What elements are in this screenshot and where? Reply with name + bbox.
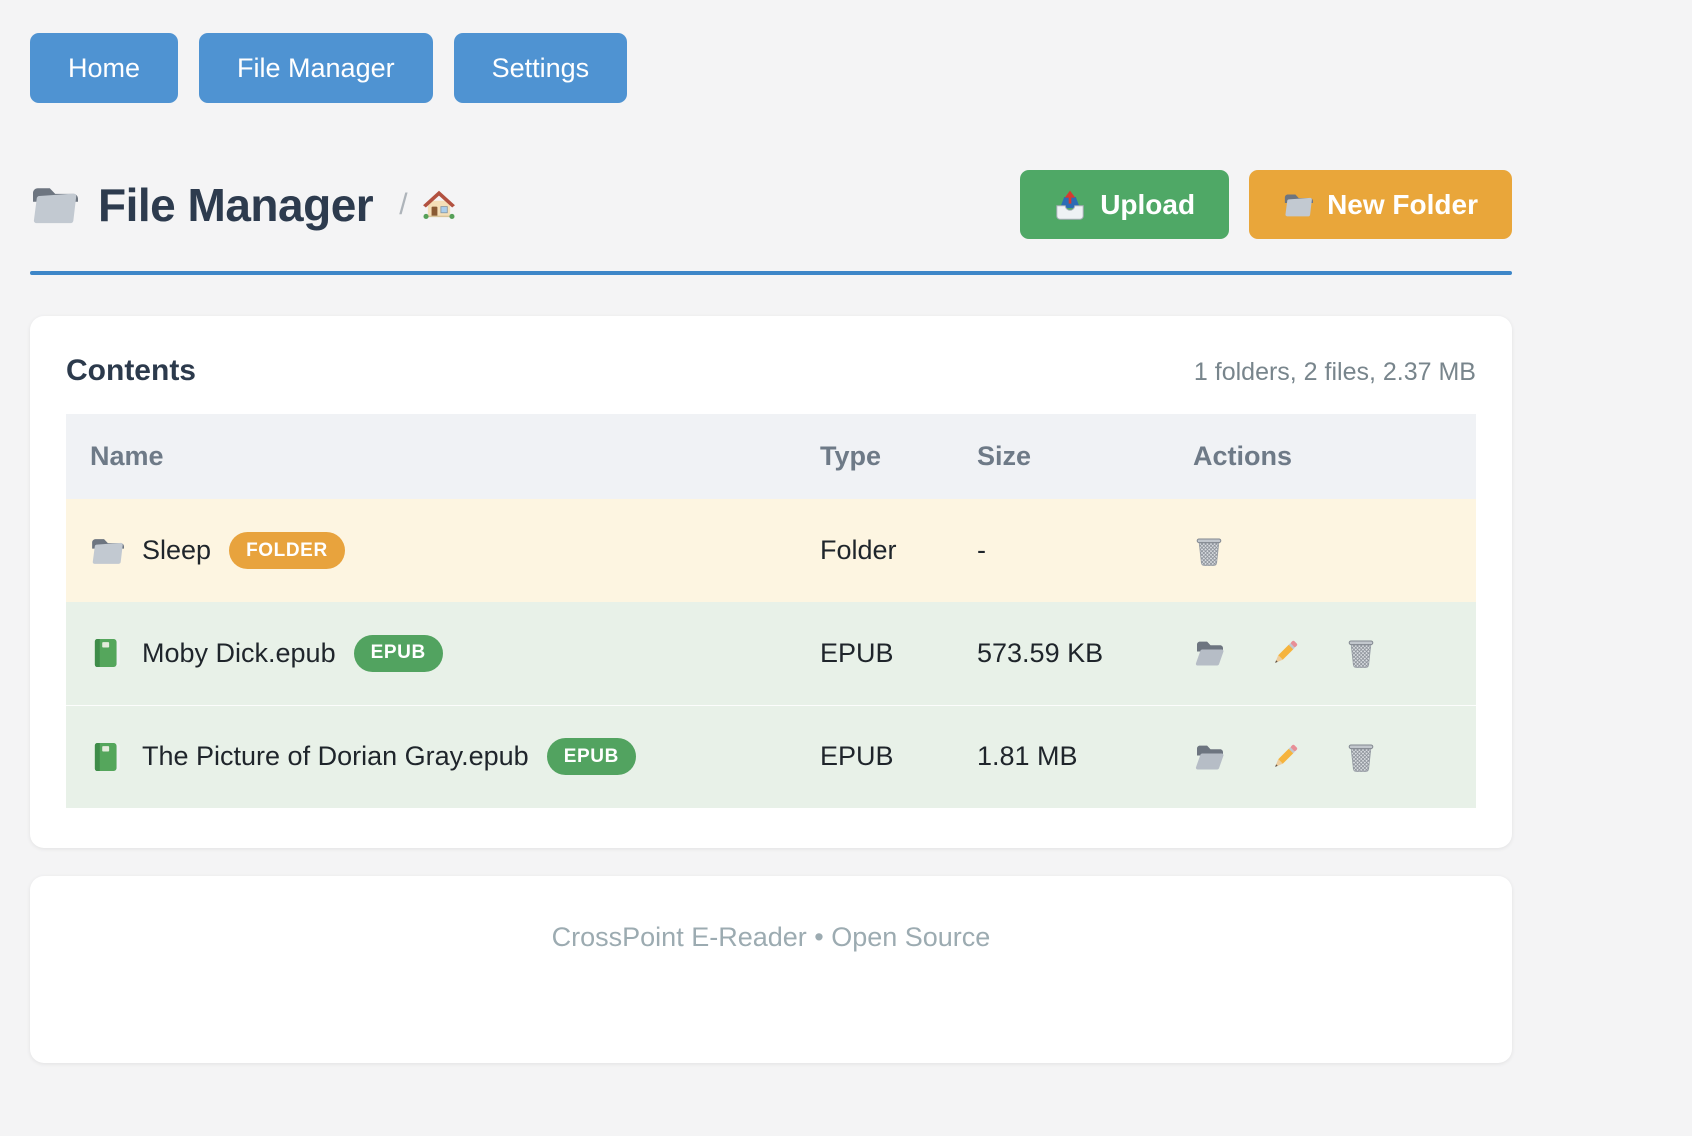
column-header-name: Name <box>66 414 796 499</box>
epub-badge: EPUB <box>547 738 636 775</box>
column-header-type: Type <box>796 414 953 499</box>
home-icon <box>422 188 456 222</box>
book-icon <box>90 740 124 774</box>
row-size: - <box>953 499 1169 602</box>
contents-card-header: Contents 1 folders, 2 files, 2.37 MB <box>66 354 1476 388</box>
new-folder-button-label: New Folder <box>1327 189 1478 221</box>
row-actions <box>1193 535 1476 567</box>
row-name-cell: Moby Dick.epub EPUB <box>90 635 796 672</box>
row-type: EPUB <box>796 602 953 705</box>
upload-button[interactable]: Upload <box>1020 170 1229 239</box>
nav-file-manager-button[interactable]: File Manager <box>199 33 433 103</box>
table-row-moby-dick[interactable]: Moby Dick.epub EPUB EPUB 573.59 KB <box>66 602 1476 705</box>
top-nav: Home File Manager Settings <box>30 0 1512 103</box>
column-header-size: Size <box>953 414 1169 499</box>
folder-icon <box>90 534 124 568</box>
row-size: 573.59 KB <box>953 602 1169 705</box>
contents-summary: 1 folders, 2 files, 2.37 MB <box>1194 358 1476 387</box>
open-button[interactable] <box>1193 637 1225 669</box>
page-title-text: File Manager <box>98 178 373 232</box>
delete-button[interactable] <box>1345 637 1377 669</box>
header-actions: Upload New Folder <box>1020 170 1512 239</box>
folder-icon <box>1283 190 1313 220</box>
contents-heading: Contents <box>66 354 196 388</box>
upload-tray-icon <box>1054 189 1086 221</box>
edit-button[interactable] <box>1269 637 1301 669</box>
title-wrap: File Manager / <box>30 178 456 232</box>
table-header: Name Type Size Actions <box>66 414 1476 499</box>
breadcrumb-separator: / <box>399 188 407 222</box>
pencil-icon <box>1269 637 1301 669</box>
open-button[interactable] <box>1193 741 1225 773</box>
row-actions <box>1193 637 1476 669</box>
delete-button[interactable] <box>1345 741 1377 773</box>
contents-table: Name Type Size Actions Sleep FOLDER F <box>66 414 1476 808</box>
folder-open-icon <box>1193 637 1225 669</box>
page-container: Home File Manager Settings File Manager … <box>30 0 1512 1063</box>
trash-icon <box>1345 741 1377 773</box>
breadcrumb-home-link[interactable] <box>422 188 456 222</box>
row-name-cell: The Picture of Dorian Gray.epub EPUB <box>90 738 796 775</box>
page-title: File Manager <box>30 178 373 232</box>
new-folder-button[interactable]: New Folder <box>1249 170 1512 239</box>
row-type: Folder <box>796 499 953 602</box>
book-icon <box>90 636 124 670</box>
page-header: File Manager / Upload New Folder <box>30 170 1512 239</box>
row-name: Sleep <box>142 535 211 566</box>
trash-icon <box>1345 637 1377 669</box>
table-row-dorian-gray[interactable]: The Picture of Dorian Gray.epub EPUB EPU… <box>66 705 1476 808</box>
row-name-cell: Sleep FOLDER <box>90 532 796 569</box>
edit-button[interactable] <box>1269 741 1301 773</box>
page-footer: CrossPoint E-Reader • Open Source <box>30 876 1512 1063</box>
folder-icon <box>30 181 78 229</box>
footer-text: CrossPoint E-Reader • Open Source <box>552 922 991 1063</box>
folder-open-icon <box>1193 741 1225 773</box>
nav-home-button[interactable]: Home <box>30 33 178 103</box>
pencil-icon <box>1269 741 1301 773</box>
contents-card: Contents 1 folders, 2 files, 2.37 MB Nam… <box>30 316 1512 848</box>
delete-button[interactable] <box>1193 535 1225 567</box>
folder-badge: FOLDER <box>229 532 345 569</box>
table-row-sleep[interactable]: Sleep FOLDER Folder - <box>66 499 1476 602</box>
nav-settings-button[interactable]: Settings <box>454 33 628 103</box>
row-name: Moby Dick.epub <box>142 638 336 669</box>
trash-icon <box>1193 535 1225 567</box>
row-actions <box>1193 741 1476 773</box>
row-size: 1.81 MB <box>953 705 1169 808</box>
breadcrumb: / <box>399 188 455 222</box>
row-name: The Picture of Dorian Gray.epub <box>142 741 529 772</box>
column-header-actions: Actions <box>1169 414 1476 499</box>
title-divider <box>30 271 1512 275</box>
row-type: EPUB <box>796 705 953 808</box>
epub-badge: EPUB <box>354 635 443 672</box>
upload-button-label: Upload <box>1100 189 1195 221</box>
